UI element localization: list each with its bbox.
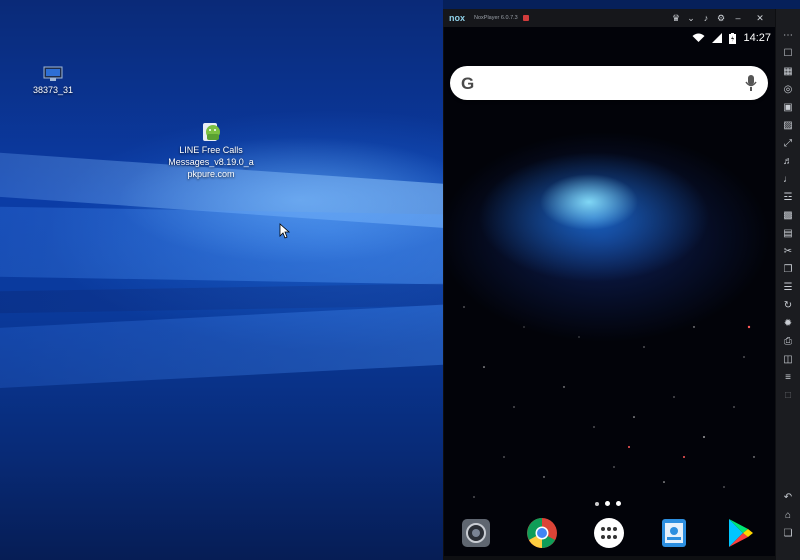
page-dot [616, 501, 621, 506]
page-indicator [595, 501, 625, 507]
monitor-icon [43, 66, 63, 81]
toolbox-icon[interactable]: ▤ [781, 228, 795, 240]
page-dot [595, 502, 599, 506]
desktop-icon-38373[interactable]: 38373_31 [28, 66, 78, 96]
windows-desktop: 38373_31 LINE Free Calls Messages_v8.19.… [0, 0, 443, 560]
location-icon[interactable]: ◎ [781, 84, 795, 96]
chrome-app-icon[interactable] [526, 517, 558, 549]
screen-icon[interactable]: ▣ [781, 102, 795, 114]
app-drawer-icon[interactable] [593, 517, 625, 549]
android-apk-icon [203, 123, 220, 141]
status-time: 14:27 [743, 32, 771, 44]
chevron-down-icon[interactable]: ⌄ [686, 13, 696, 23]
disabled-icon: □ [784, 390, 792, 401]
svg-text:nox: nox [449, 13, 465, 23]
camera-app-icon[interactable] [460, 517, 492, 549]
account-icon[interactable]: ♛ [671, 13, 681, 23]
desktop-icon-label-line2: Messages_v8.19.0_a [168, 157, 254, 167]
loading-icon[interactable]: ✹ [781, 318, 795, 330]
mouse-cursor-icon [279, 223, 291, 239]
multi-instance-icon[interactable]: ❐ [781, 264, 795, 276]
nox-logo-icon: nox [449, 13, 465, 23]
volume-up-icon[interactable]: ♬ [781, 156, 795, 168]
close-icon[interactable]: ✕ [755, 13, 765, 23]
desktop-icon-label-line1: LINE Free Calls [179, 145, 243, 155]
sound-icon[interactable]: ♪ [701, 13, 711, 23]
fullscreen-icon[interactable]: ☐ [781, 48, 795, 60]
nox-title-bar[interactable]: nox NoxPlayer 6.0.7.3 ♛ ⌄ ♪ ⚙ – ✕ [443, 9, 775, 27]
recent-apps-icon[interactable]: ❏ [781, 528, 795, 540]
app-dock [444, 517, 775, 553]
files-app-icon[interactable] [658, 517, 690, 549]
nox-side-toolbar: ⋯ ☐ ▦ ◎ ▣ ▨ ⤢ ♬ ♩ ☲ ▩ ▤ ✂ ❐ ☰ ↻ ✹ ⎙ ◫ ≡ … [776, 9, 800, 560]
play-store-app-icon[interactable] [724, 517, 756, 549]
mic-icon[interactable] [744, 74, 758, 92]
screenshot-icon[interactable]: ▩ [781, 210, 795, 222]
adjust-icon[interactable]: ≡ [781, 372, 795, 384]
page-dot-active [605, 501, 610, 506]
svg-text:G: G [461, 74, 474, 92]
record-icon[interactable]: ◫ [781, 354, 795, 366]
resize-icon[interactable]: ⤢ [781, 138, 795, 150]
shake-icon[interactable]: ☲ [781, 192, 795, 204]
wallpaper-light-beam [0, 302, 443, 390]
google-search-bar[interactable]: G [450, 66, 768, 100]
back-icon[interactable]: ↶ [781, 492, 795, 504]
apk-icon[interactable]: ▨ [781, 120, 795, 132]
nox-version-title: NoxPlayer 6.0.7.3 [474, 15, 518, 21]
sync-icon[interactable]: ↻ [781, 300, 795, 312]
status-bar: 14:27 [688, 29, 771, 47]
settings-icon[interactable]: ⚙ [716, 13, 726, 23]
minimize-icon[interactable]: – [733, 13, 743, 23]
wifi-icon [692, 33, 705, 43]
volume-down-icon[interactable]: ♩ [781, 174, 795, 186]
update-badge-icon [523, 15, 529, 21]
desktop-icon-label-line3: pkpure.com [187, 169, 235, 179]
print-icon[interactable]: ⎙ [781, 336, 795, 348]
desktop-icon-label: 38373_31 [32, 85, 74, 95]
battery-icon [729, 32, 737, 44]
desktop-icon-line-apk[interactable]: LINE Free Calls Messages_v8.19.0_a pkpur… [166, 120, 256, 180]
menu-icon[interactable]: ☰ [781, 282, 795, 294]
keyboard-icon[interactable]: ▦ [781, 66, 795, 78]
nox-player-window: nox NoxPlayer 6.0.7.3 ♛ ⌄ ♪ ⚙ – ✕ 14:27 … [443, 9, 800, 560]
android-screen[interactable]: 14:27 G [444, 27, 775, 556]
signal-icon [712, 33, 723, 44]
galaxy-wallpaper [463, 306, 755, 498]
wallpaper-light-beam [0, 206, 443, 286]
scissors-icon[interactable]: ✂ [781, 246, 795, 258]
google-g-icon: G [461, 74, 474, 92]
more-icon[interactable]: ⋯ [781, 30, 795, 42]
home-icon[interactable]: ⌂ [781, 510, 795, 522]
